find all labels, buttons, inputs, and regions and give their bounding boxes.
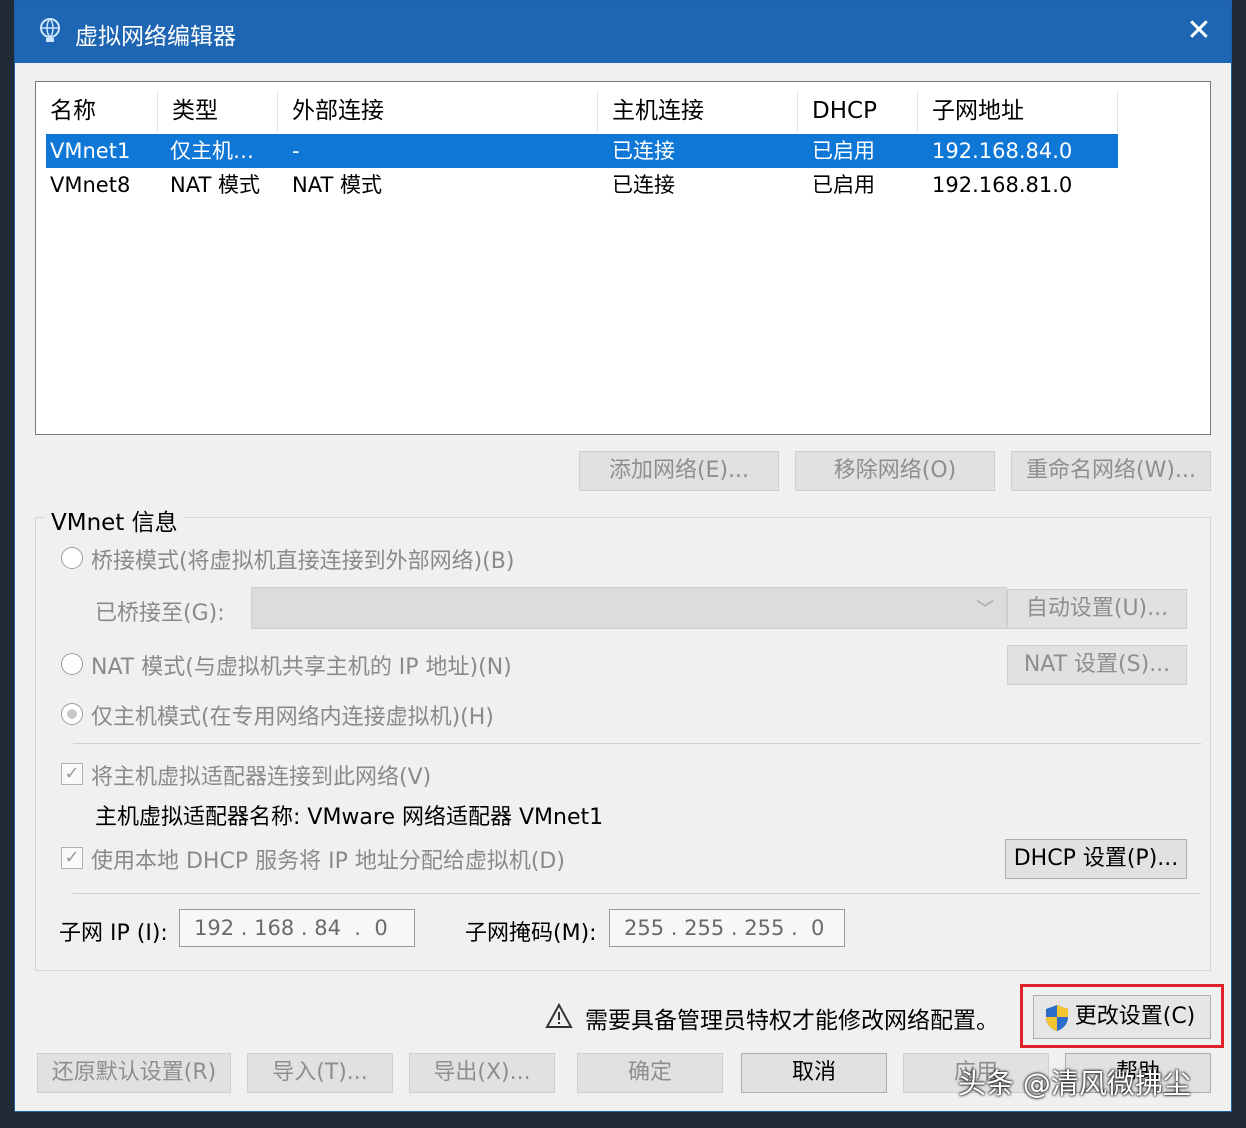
cell-external: - <box>292 139 300 163</box>
column-header-external[interactable]: 外部连接 <box>278 90 598 132</box>
bridged-mode-label: 桥接模式(将虚拟机直接连接到外部网络)(B) <box>91 549 515 574</box>
subnet-mask-input[interactable]: 255 . 255 . 255 . 0 <box>609 909 845 947</box>
watermark-text: 头条 @清风微拂尘 <box>958 1067 1191 1100</box>
bridged-mode-radio[interactable] <box>61 547 83 569</box>
warning-icon <box>545 1003 573 1028</box>
divider <box>73 743 1201 744</box>
column-header-host[interactable]: 主机连接 <box>598 90 798 132</box>
vmnet-info-group <box>35 517 1211 971</box>
divider <box>73 893 1201 894</box>
subnet-ip-label: 子网 IP (I): <box>59 921 168 946</box>
network-globe-icon <box>40 18 60 42</box>
cell-subnet: 192.168.81.0 <box>932 173 1073 197</box>
remove-network-button[interactable]: 移除网络(O) <box>795 451 995 491</box>
nat-mode-label: NAT 模式(与虚拟机共享主机的 IP 地址)(N) <box>91 655 512 680</box>
chevron-down-icon: ﹀ <box>976 599 994 620</box>
table-row[interactable]: VMnet8 NAT 模式 NAT 模式 已连接 已启用 192.168.81.… <box>46 168 1118 202</box>
bridged-to-label: 已桥接至(G): <box>95 601 225 626</box>
nat-mode-radio[interactable] <box>61 653 83 675</box>
column-header-subnet[interactable]: 子网地址 <box>918 90 1118 132</box>
cell-name: VMnet8 <box>50 173 131 197</box>
cell-name: VMnet1 <box>50 139 131 163</box>
network-list[interactable]: 名称 类型 外部连接 主机连接 DHCP 子网地址 VMnet1 仅主机… - … <box>35 81 1211 435</box>
connect-adapter-checkbox[interactable]: ✓ <box>61 763 83 785</box>
host-only-mode-label: 仅主机模式(在专用网络内连接虚拟机)(H) <box>91 705 494 730</box>
cell-type: 仅主机… <box>170 139 254 163</box>
admin-warning-text: 需要具备管理员特权才能修改网络配置。 <box>585 1008 999 1034</box>
export-button[interactable]: 导出(X)... <box>409 1053 555 1093</box>
ok-button[interactable]: 确定 <box>577 1053 723 1093</box>
import-button[interactable]: 导入(T)... <box>247 1053 393 1093</box>
cell-host: 已连接 <box>612 139 675 163</box>
cell-dhcp: 已启用 <box>812 173 875 197</box>
restore-defaults-button[interactable]: 还原默认设置(R) <box>37 1053 231 1093</box>
use-dhcp-label: 使用本地 DHCP 服务将 IP 地址分配给虚拟机(D) <box>91 849 565 874</box>
column-header-name[interactable]: 名称 <box>36 90 158 132</box>
cell-type: NAT 模式 <box>170 173 260 197</box>
cancel-button[interactable]: 取消 <box>741 1053 887 1093</box>
dhcp-settings-button[interactable]: DHCP 设置(P)... <box>1005 839 1187 879</box>
host-only-mode-radio[interactable] <box>61 703 83 725</box>
cell-dhcp: 已启用 <box>812 139 875 163</box>
title-bar[interactable]: 虚拟网络编辑器 ✕ <box>15 1 1231 63</box>
nat-settings-button[interactable]: NAT 设置(S)... <box>1007 645 1187 685</box>
close-button[interactable]: ✕ <box>1181 13 1217 49</box>
window-title: 虚拟网络编辑器 <box>75 24 236 50</box>
cell-external: NAT 模式 <box>292 173 382 197</box>
connect-adapter-label: 将主机虚拟适配器连接到此网络(V) <box>91 765 432 790</box>
subnet-ip-input[interactable]: 192 . 168 . 84 . 0 <box>179 909 415 947</box>
column-header-dhcp[interactable]: DHCP <box>798 90 918 132</box>
rename-network-button[interactable]: 重命名网络(W)... <box>1011 451 1211 491</box>
add-network-button[interactable]: 添加网络(E)... <box>579 451 779 491</box>
subnet-mask-label: 子网掩码(M): <box>465 921 597 946</box>
use-dhcp-checkbox[interactable]: ✓ <box>61 847 83 869</box>
table-row[interactable]: VMnet1 仅主机… - 已连接 已启用 192.168.84.0 <box>46 134 1118 168</box>
virtual-network-editor-window: 虚拟网络编辑器 ✕ 名称 类型 外部连接 主机连接 DHCP 子网地址 VMne… <box>14 0 1232 1112</box>
auto-settings-button[interactable]: 自动设置(U)... <box>1007 589 1187 629</box>
vmnet-info-title: VMnet 信息 <box>45 503 184 537</box>
cell-subnet: 192.168.84.0 <box>932 139 1073 163</box>
column-header-type[interactable]: 类型 <box>158 90 278 132</box>
red-highlight-box <box>1020 984 1224 1048</box>
adapter-name-text: 主机虚拟适配器名称: VMware 网络适配器 VMnet1 <box>95 805 604 830</box>
cell-host: 已连接 <box>612 173 675 197</box>
bridged-to-select[interactable]: ﹀ <box>251 587 1007 629</box>
